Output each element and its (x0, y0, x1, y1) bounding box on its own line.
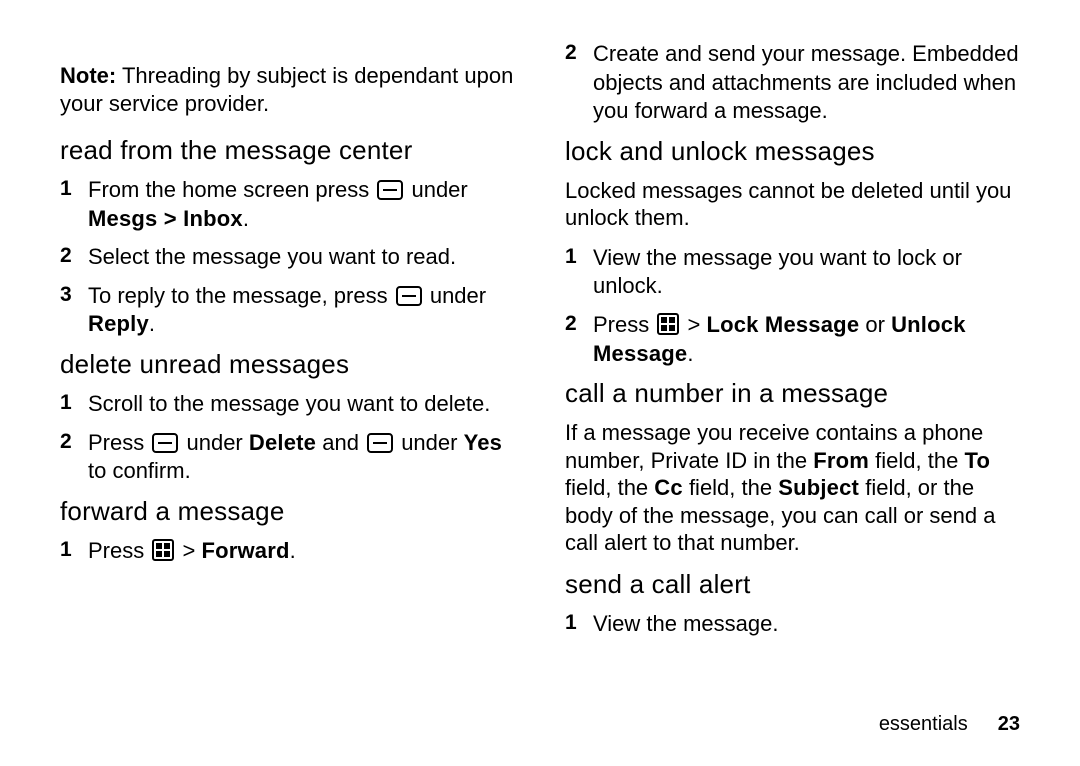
step-number: 2 (565, 312, 593, 336)
step-number: 1 (60, 177, 88, 201)
heading-delete-unread: delete unread messages (60, 349, 515, 380)
step: 3 To reply to the message, press under R… (60, 282, 515, 339)
menu-icon (152, 539, 174, 561)
step: 1 View the message you want to lock or u… (565, 244, 1020, 301)
manual-page: Note: Threading by subject is dependant … (0, 0, 1080, 766)
step: 1 View the message. (565, 610, 1020, 639)
page-footer: essentials 23 (60, 713, 1020, 736)
step-body: Press > Lock Message or Unlock Message. (593, 311, 1020, 368)
heading-read-center: read from the message center (60, 135, 515, 166)
step-body: View the message you want to lock or unl… (593, 244, 1020, 301)
step: 2 Press > Lock Message or Unlock Message… (565, 311, 1020, 368)
softkey-icon (396, 286, 422, 306)
softkey-icon (367, 433, 393, 453)
step-body: View the message. (593, 610, 778, 639)
left-column: Note: Threading by subject is dependant … (60, 40, 515, 707)
step-number: 3 (60, 283, 88, 307)
footer-section-label: essentials (879, 713, 968, 736)
footer-page-number: 23 (998, 713, 1020, 736)
step-number: 1 (60, 538, 88, 562)
step-number: 2 (565, 41, 593, 65)
steps-delete-unread: 1 Scroll to the message you want to dele… (60, 390, 515, 486)
step: 2 Press under Delete and under Yes to co… (60, 429, 515, 486)
step-body: Create and send your message. Embedded o… (593, 40, 1020, 126)
step-body: Select the message you want to read. (88, 243, 456, 272)
note-text: Threading by subject is dependant upon y… (60, 63, 513, 116)
step-number: 2 (60, 430, 88, 454)
step-number: 2 (60, 244, 88, 268)
step: 1 From the home screen press under Mesgs… (60, 176, 515, 233)
steps-read-center: 1 From the home screen press under Mesgs… (60, 176, 515, 339)
step: 2 Select the message you want to read. (60, 243, 515, 272)
steps-forward-right: 2 Create and send your message. Embedded… (565, 40, 1020, 126)
note-paragraph: Note: Threading by subject is dependant … (60, 62, 515, 117)
step-body: Press > Forward. (88, 537, 296, 566)
step: 1 Press > Forward. (60, 537, 515, 566)
step-number: 1 (60, 391, 88, 415)
two-column-layout: Note: Threading by subject is dependant … (60, 40, 1020, 707)
lock-intro: Locked messages cannot be deleted until … (565, 177, 1020, 232)
step-body: To reply to the message, press under Rep… (88, 282, 515, 339)
step-body: From the home screen press under Mesgs >… (88, 176, 515, 233)
right-column: 2 Create and send your message. Embedded… (565, 40, 1020, 707)
steps-forward-left: 1 Press > Forward. (60, 537, 515, 566)
heading-send-alert: send a call alert (565, 569, 1020, 600)
step: 2 Create and send your message. Embedded… (565, 40, 1020, 126)
steps-send-alert: 1 View the message. (565, 610, 1020, 639)
softkey-icon (152, 433, 178, 453)
step-body: Scroll to the message you want to delete… (88, 390, 490, 419)
step-number: 1 (565, 245, 593, 269)
heading-forward: forward a message (60, 496, 515, 527)
heading-lock: lock and unlock messages (565, 136, 1020, 167)
step-number: 1 (565, 611, 593, 635)
heading-call-number: call a number in a message (565, 378, 1020, 409)
step-body: Press under Delete and under Yes to conf… (88, 429, 515, 486)
note-label: Note: (60, 63, 116, 88)
step: 1 Scroll to the message you want to dele… (60, 390, 515, 419)
softkey-icon (377, 180, 403, 200)
menu-icon (657, 313, 679, 335)
steps-lock: 1 View the message you want to lock or u… (565, 244, 1020, 368)
call-number-intro: If a message you receive contains a phon… (565, 419, 1020, 557)
